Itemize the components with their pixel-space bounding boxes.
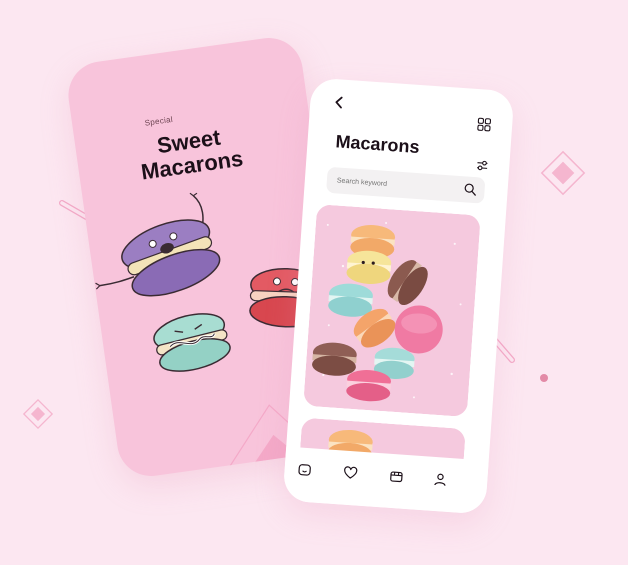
home-icon[interactable]	[296, 461, 313, 478]
sliders-icon[interactable]	[476, 159, 489, 172]
search-bar	[326, 166, 486, 204]
diamond-decoration	[22, 398, 54, 430]
chevron-left-icon[interactable]	[332, 95, 347, 110]
diamond-decoration	[540, 150, 586, 196]
search-input[interactable]	[336, 173, 458, 196]
dot-decoration	[540, 374, 548, 382]
profile-icon[interactable]	[432, 471, 449, 488]
macaron-photo-card[interactable]	[303, 204, 481, 418]
showcase-scene: Special Sweet Macarons Macarons Search k…	[0, 0, 628, 565]
search-icon[interactable]	[463, 182, 477, 196]
store-icon[interactable]	[388, 468, 405, 485]
heart-icon[interactable]	[342, 465, 359, 482]
page-title: Macarons	[334, 131, 421, 158]
eyebrow-label: Special	[144, 114, 174, 128]
macaron-list-screen: Macarons	[282, 77, 515, 515]
hero-title: Sweet Macarons	[123, 121, 258, 187]
macaron-photo	[303, 204, 481, 418]
grid-icon[interactable]	[477, 117, 492, 132]
